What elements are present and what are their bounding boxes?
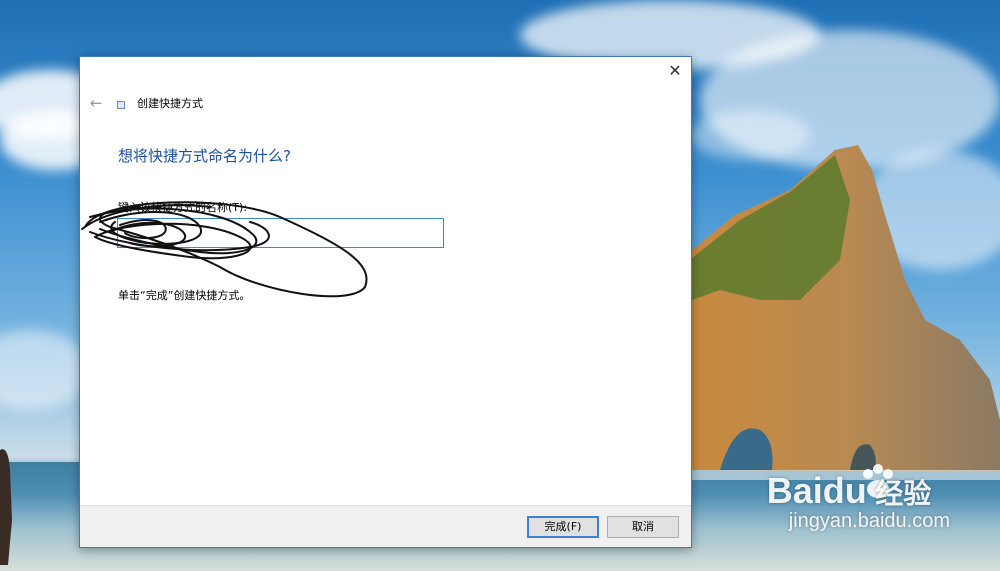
dialog-footer: 完成(F) 取消 [80,505,691,547]
finish-button[interactable]: 完成(F) [527,516,599,538]
watermark-url: jingyan.baidu.com [788,510,950,532]
watermark-brand: Baidu [766,470,867,511]
redaction-scribble [81,201,368,298]
finish-hint: 单击“完成”创建快捷方式。 [118,289,251,302]
page-heading: 想将快捷方式命名为什么? [118,147,291,165]
shortcut-icon [117,101,125,109]
create-shortcut-dialog: ✕ ← 创建快捷方式 想将快捷方式命名为什么? 键入该快捷方式的名称(T): 单… [79,56,692,548]
shortcut-name-label: 键入该快捷方式的名称(T): [118,201,248,214]
wizard-title: 创建快捷方式 [137,97,203,110]
close-icon[interactable]: ✕ [665,61,685,81]
watermark-suffix: 经验 [875,478,932,509]
back-arrow-icon[interactable]: ← [88,95,104,111]
baidu-watermark: Baidu 经验 jingyan.baidu.com [767,470,950,533]
shortcut-name-input[interactable] [117,218,444,248]
cancel-button[interactable]: 取消 [607,516,679,538]
